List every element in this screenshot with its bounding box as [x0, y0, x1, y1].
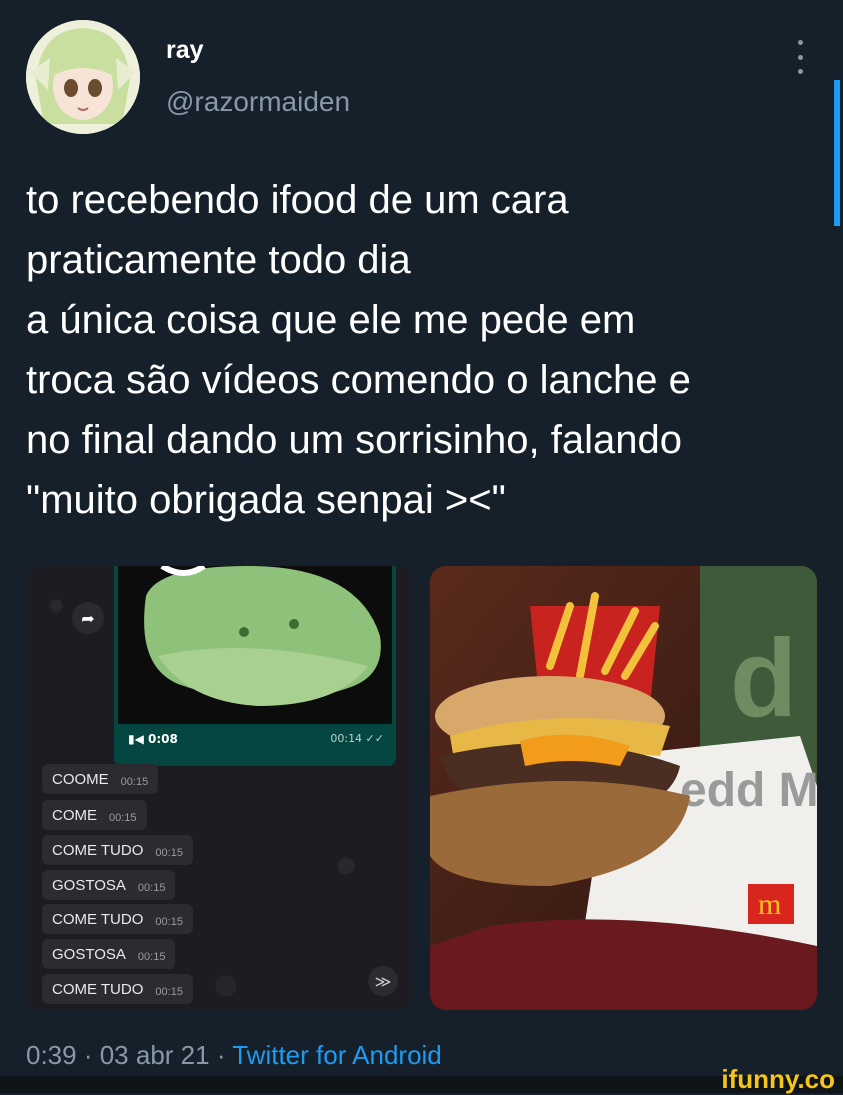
media-photo[interactable]: d edd Me m: [430, 566, 817, 1010]
chat-message[interactable]: COME TUDO 00:15: [42, 835, 193, 865]
tweet-line: to recebendo ifood de um cara: [26, 178, 569, 222]
message-text: GOSTOSA: [52, 876, 126, 894]
message-time: 00:15: [155, 916, 183, 928]
tweet-date: 03 abr 21: [99, 1040, 210, 1070]
message-text: GOSTOSA: [52, 945, 126, 963]
box-text: edd Me: [680, 764, 817, 817]
svg-text:m: m: [758, 888, 781, 921]
author-name[interactable]: ray: [166, 36, 204, 65]
scroll-indicator: [834, 80, 840, 226]
message-time: 00:15: [120, 776, 149, 788]
burger-photo: d edd Me m: [430, 566, 817, 1010]
watermark-logo: ifunny.co: [721, 1064, 835, 1094]
video-time: 00:14 ✓✓: [330, 732, 384, 745]
tweet-time: 0:39: [26, 1040, 77, 1070]
video-message[interactable]: ▮◀ 0:08 00:14 ✓✓: [114, 566, 396, 766]
message-text: COME TUDO: [52, 910, 144, 928]
tweet-line: "muito obrigada senpai ><": [26, 478, 506, 522]
message-text: COME: [52, 806, 97, 824]
chat-message[interactable]: GOSTOSA 00:15: [42, 939, 176, 969]
tweet-line: no final dando um sorrisinho, falando: [26, 418, 682, 462]
message-time: 00:15: [137, 882, 166, 894]
media-chat-screenshot[interactable]: ➦ ▮◀ 0:08 00:14 ✓✓ COOME 00:15 COME 00:1…: [26, 566, 412, 1010]
message-text: COME TUDO: [52, 841, 144, 859]
tweet-line: a única coisa que ele me pede em: [26, 298, 636, 342]
chat-message[interactable]: COME TUDO 00:15: [42, 974, 193, 1004]
message-time: 00:15: [155, 986, 183, 998]
more-options-icon[interactable]: [790, 40, 810, 74]
chat-message[interactable]: COME TUDO 00:15: [42, 904, 193, 934]
video-thumbnail: [118, 566, 392, 724]
message-text: COME TUDO: [52, 980, 144, 998]
chat-message[interactable]: COME 00:15: [42, 800, 147, 830]
tweet-text: to recebendo ifood de um cara praticamen…: [26, 170, 826, 530]
chevron-down-icon[interactable]: ≫: [368, 966, 398, 996]
chat-message[interactable]: COOME 00:15: [42, 764, 159, 794]
avatar[interactable]: [26, 20, 140, 134]
message-text: COOME: [52, 770, 109, 788]
svg-text:d: d: [730, 617, 797, 740]
message-time: 00:15: [109, 812, 137, 824]
avatar-image: [26, 20, 140, 134]
footer-bar: [0, 1076, 843, 1093]
forward-icon[interactable]: ➦: [72, 602, 104, 634]
tweet-line: troca são vídeos comendo o lanche e: [26, 358, 691, 402]
chat-message[interactable]: GOSTOSA 00:15: [42, 870, 176, 900]
video-duration: ▮◀ 0:08: [128, 732, 178, 746]
message-time: 00:15: [155, 847, 183, 859]
message-time: 00:15: [137, 951, 166, 963]
tweet-meta: 0:39 · 03 abr 21 · Twitter for Android: [26, 1040, 442, 1070]
tweet-line: praticamente todo dia: [26, 238, 411, 282]
author-handle[interactable]: @razormaiden: [166, 86, 350, 118]
tweet-source-link[interactable]: Twitter for Android: [232, 1040, 442, 1070]
